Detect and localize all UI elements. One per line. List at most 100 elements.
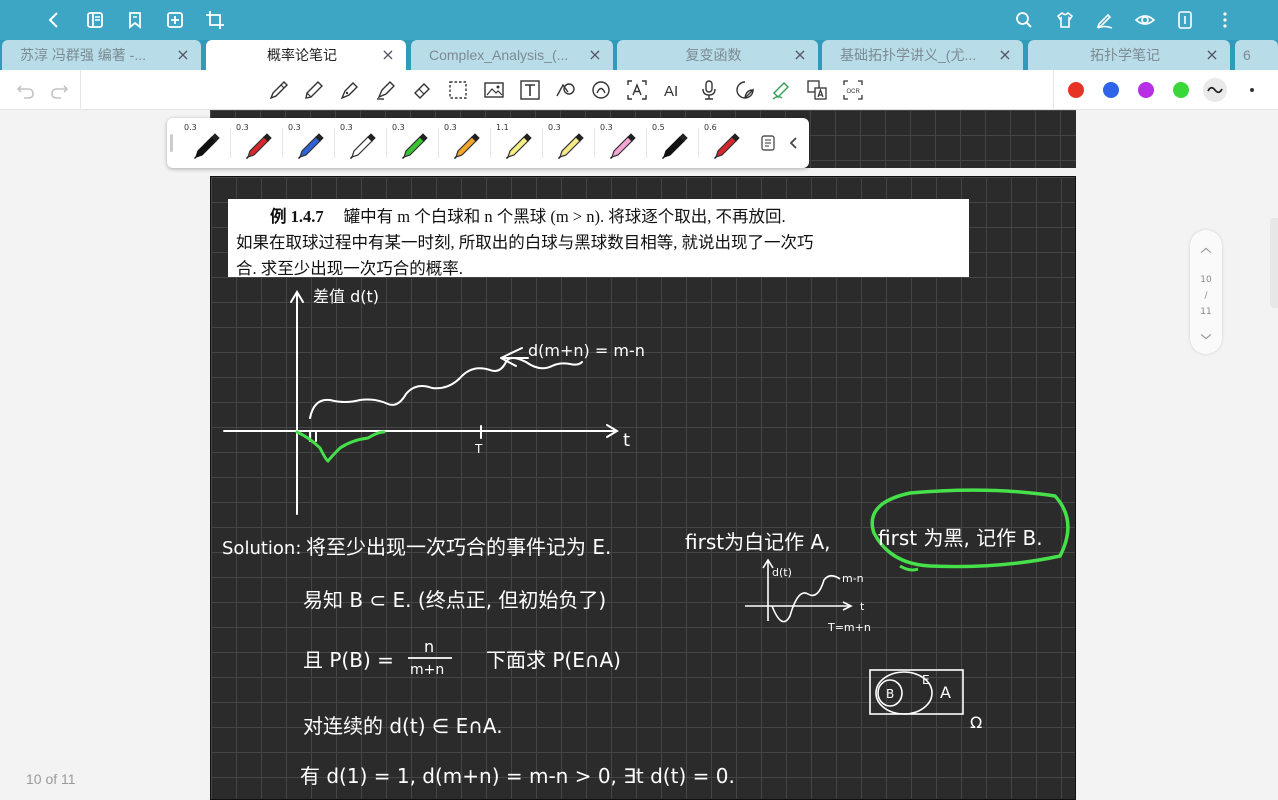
add-page-icon[interactable] (161, 6, 189, 34)
stroke-style-icon[interactable] (1203, 78, 1227, 102)
note-line: first 为黑, 记作 B. (878, 526, 1043, 550)
pen-settings-icon[interactable] (757, 132, 779, 154)
stamp-icon[interactable] (589, 78, 613, 102)
close-icon[interactable]: × (175, 47, 191, 63)
pen-preset[interactable]: 0.3 (179, 118, 231, 168)
drag-handle[interactable] (170, 134, 173, 152)
back-icon[interactable] (40, 6, 68, 34)
top-app-bar (0, 0, 1278, 40)
note-line: 易知 B ⊂ E. (终点正, 但初始负了) (303, 588, 606, 612)
collapse-icon[interactable] (783, 132, 805, 154)
close-icon[interactable]: × (997, 47, 1013, 63)
highlight-tail (899, 564, 919, 572)
microphone-icon[interactable] (697, 78, 721, 102)
eraser-icon[interactable] (410, 78, 434, 102)
tab-label: 拓扑学笔记 (1090, 47, 1160, 63)
note-line: 且 P(B) = (303, 648, 394, 672)
bookmark-icon[interactable] (121, 6, 149, 34)
note-line: first为白记作 A, (685, 530, 830, 554)
sticker-icon[interactable] (733, 78, 757, 102)
more-colors-icon[interactable] (1240, 78, 1264, 102)
color-swatch-green[interactable] (1173, 82, 1189, 98)
page-down-icon[interactable] (1190, 332, 1222, 344)
page-up-icon[interactable] (1190, 246, 1222, 258)
lasso-icon[interactable] (446, 78, 470, 102)
pen-preset[interactable]: 0.6 (699, 118, 751, 168)
pen-preset[interactable]: 1.1 (491, 118, 543, 168)
mini-x-axis (745, 601, 853, 611)
tab-topology-notes[interactable]: 拓扑学笔记 × (1028, 40, 1230, 70)
crop-icon[interactable] (201, 6, 229, 34)
tab-bar: 苏淳 冯群强 编著 -... × 概率论笔记 × Complex_Analysi… (0, 40, 1278, 70)
pen-mode-icon[interactable] (1091, 6, 1119, 34)
translate-icon[interactable] (805, 78, 829, 102)
note-line: 对连续的 d(t) ∈ E∩A. (303, 714, 503, 738)
close-icon[interactable]: × (792, 47, 808, 63)
close-icon[interactable]: × (1204, 47, 1220, 63)
ai-icon[interactable]: AI (661, 78, 685, 102)
text-icon[interactable] (518, 78, 542, 102)
pen-icon[interactable] (267, 78, 291, 102)
pen-preset[interactable]: 0.3 (595, 118, 647, 168)
pen-icon (193, 133, 220, 160)
ocr-label: OCR (847, 89, 861, 95)
venn-a-label: A (940, 683, 951, 702)
pen-preset[interactable]: 0.5 (647, 118, 699, 168)
page-layout-icon[interactable] (1171, 6, 1199, 34)
color-swatch-red[interactable] (1068, 82, 1084, 98)
page-separator: / (1204, 291, 1208, 301)
pen-icon (349, 133, 376, 160)
image-icon[interactable] (482, 78, 506, 102)
mini-y-label: d(t) (772, 566, 792, 579)
text-recognition-icon[interactable] (625, 78, 649, 102)
pen-preset[interactable]: 0.3 (283, 118, 335, 168)
tab-probability-notes[interactable]: 概率论笔记 × (206, 40, 406, 70)
pen-preset[interactable]: 0.3 (387, 118, 439, 168)
tool-toolbar: AI OCR (0, 70, 1278, 110)
more-icon[interactable] (1211, 6, 1239, 34)
pencil-icon[interactable] (302, 78, 326, 102)
solution-label: Solution: (222, 538, 301, 559)
pen-icon (453, 133, 480, 160)
x-axis-label: t (623, 430, 630, 451)
venn-b-label: B (886, 687, 894, 701)
scrollbar-handle[interactable] (1270, 218, 1278, 308)
redo-icon[interactable] (47, 78, 71, 102)
outline-icon[interactable] (81, 6, 109, 34)
tab-complex-analysis[interactable]: Complex_Analysis_(... × (411, 40, 613, 70)
search-icon[interactable] (1010, 6, 1038, 34)
tab-topology-lectures[interactable]: 基础拓扑学讲义_(尤... × (822, 40, 1023, 70)
pen-preset[interactable]: 0.3 (439, 118, 491, 168)
tab-label: 复变函数 (685, 47, 742, 63)
tape-icon[interactable] (769, 78, 793, 102)
pen-icon (661, 133, 688, 160)
toolbar-divider (80, 70, 81, 110)
undo-icon[interactable] (14, 78, 38, 102)
pen-icon (297, 133, 324, 160)
color-swatch-blue[interactable] (1103, 82, 1119, 98)
shirt-icon[interactable] (1051, 6, 1079, 34)
tab-label: 苏淳 冯群强 编著 -... (20, 47, 146, 63)
highlighter-icon[interactable] (374, 78, 398, 102)
fountain-pen-icon[interactable] (338, 78, 362, 102)
handwritten-notes: 差值 d(t) t T d(m+n) = m-n Solution: 将至少出现… (222, 287, 1070, 788)
pen-preset[interactable]: 0.3 (231, 118, 283, 168)
close-icon[interactable]: × (380, 47, 396, 63)
pen-preset[interactable]: 0.3 (543, 118, 595, 168)
ocr-icon[interactable]: OCR (841, 78, 865, 102)
page-count: 10 of 11 (26, 771, 76, 787)
close-icon[interactable]: × (587, 47, 603, 63)
color-swatch-purple[interactable] (1138, 82, 1154, 98)
pen-icon (609, 133, 636, 160)
tab-book[interactable]: 苏淳 冯群强 编著 -... × (2, 40, 201, 70)
page-navigator: 10 / 11 (1190, 230, 1222, 354)
tab-overflow[interactable]: 6 (1235, 40, 1278, 70)
endpoint-label: d(m+n) = m-n (528, 341, 645, 360)
venn-omega-label: Ω (970, 713, 982, 732)
tab-complex-functions[interactable]: 复变函数 × (617, 40, 818, 70)
mini-curve (771, 574, 841, 623)
shapes-icon[interactable] (553, 78, 577, 102)
tab-label: 基础拓扑学讲义_(尤... (840, 47, 977, 63)
eye-icon[interactable] (1131, 6, 1159, 34)
pen-preset[interactable]: 0.3 (335, 118, 387, 168)
